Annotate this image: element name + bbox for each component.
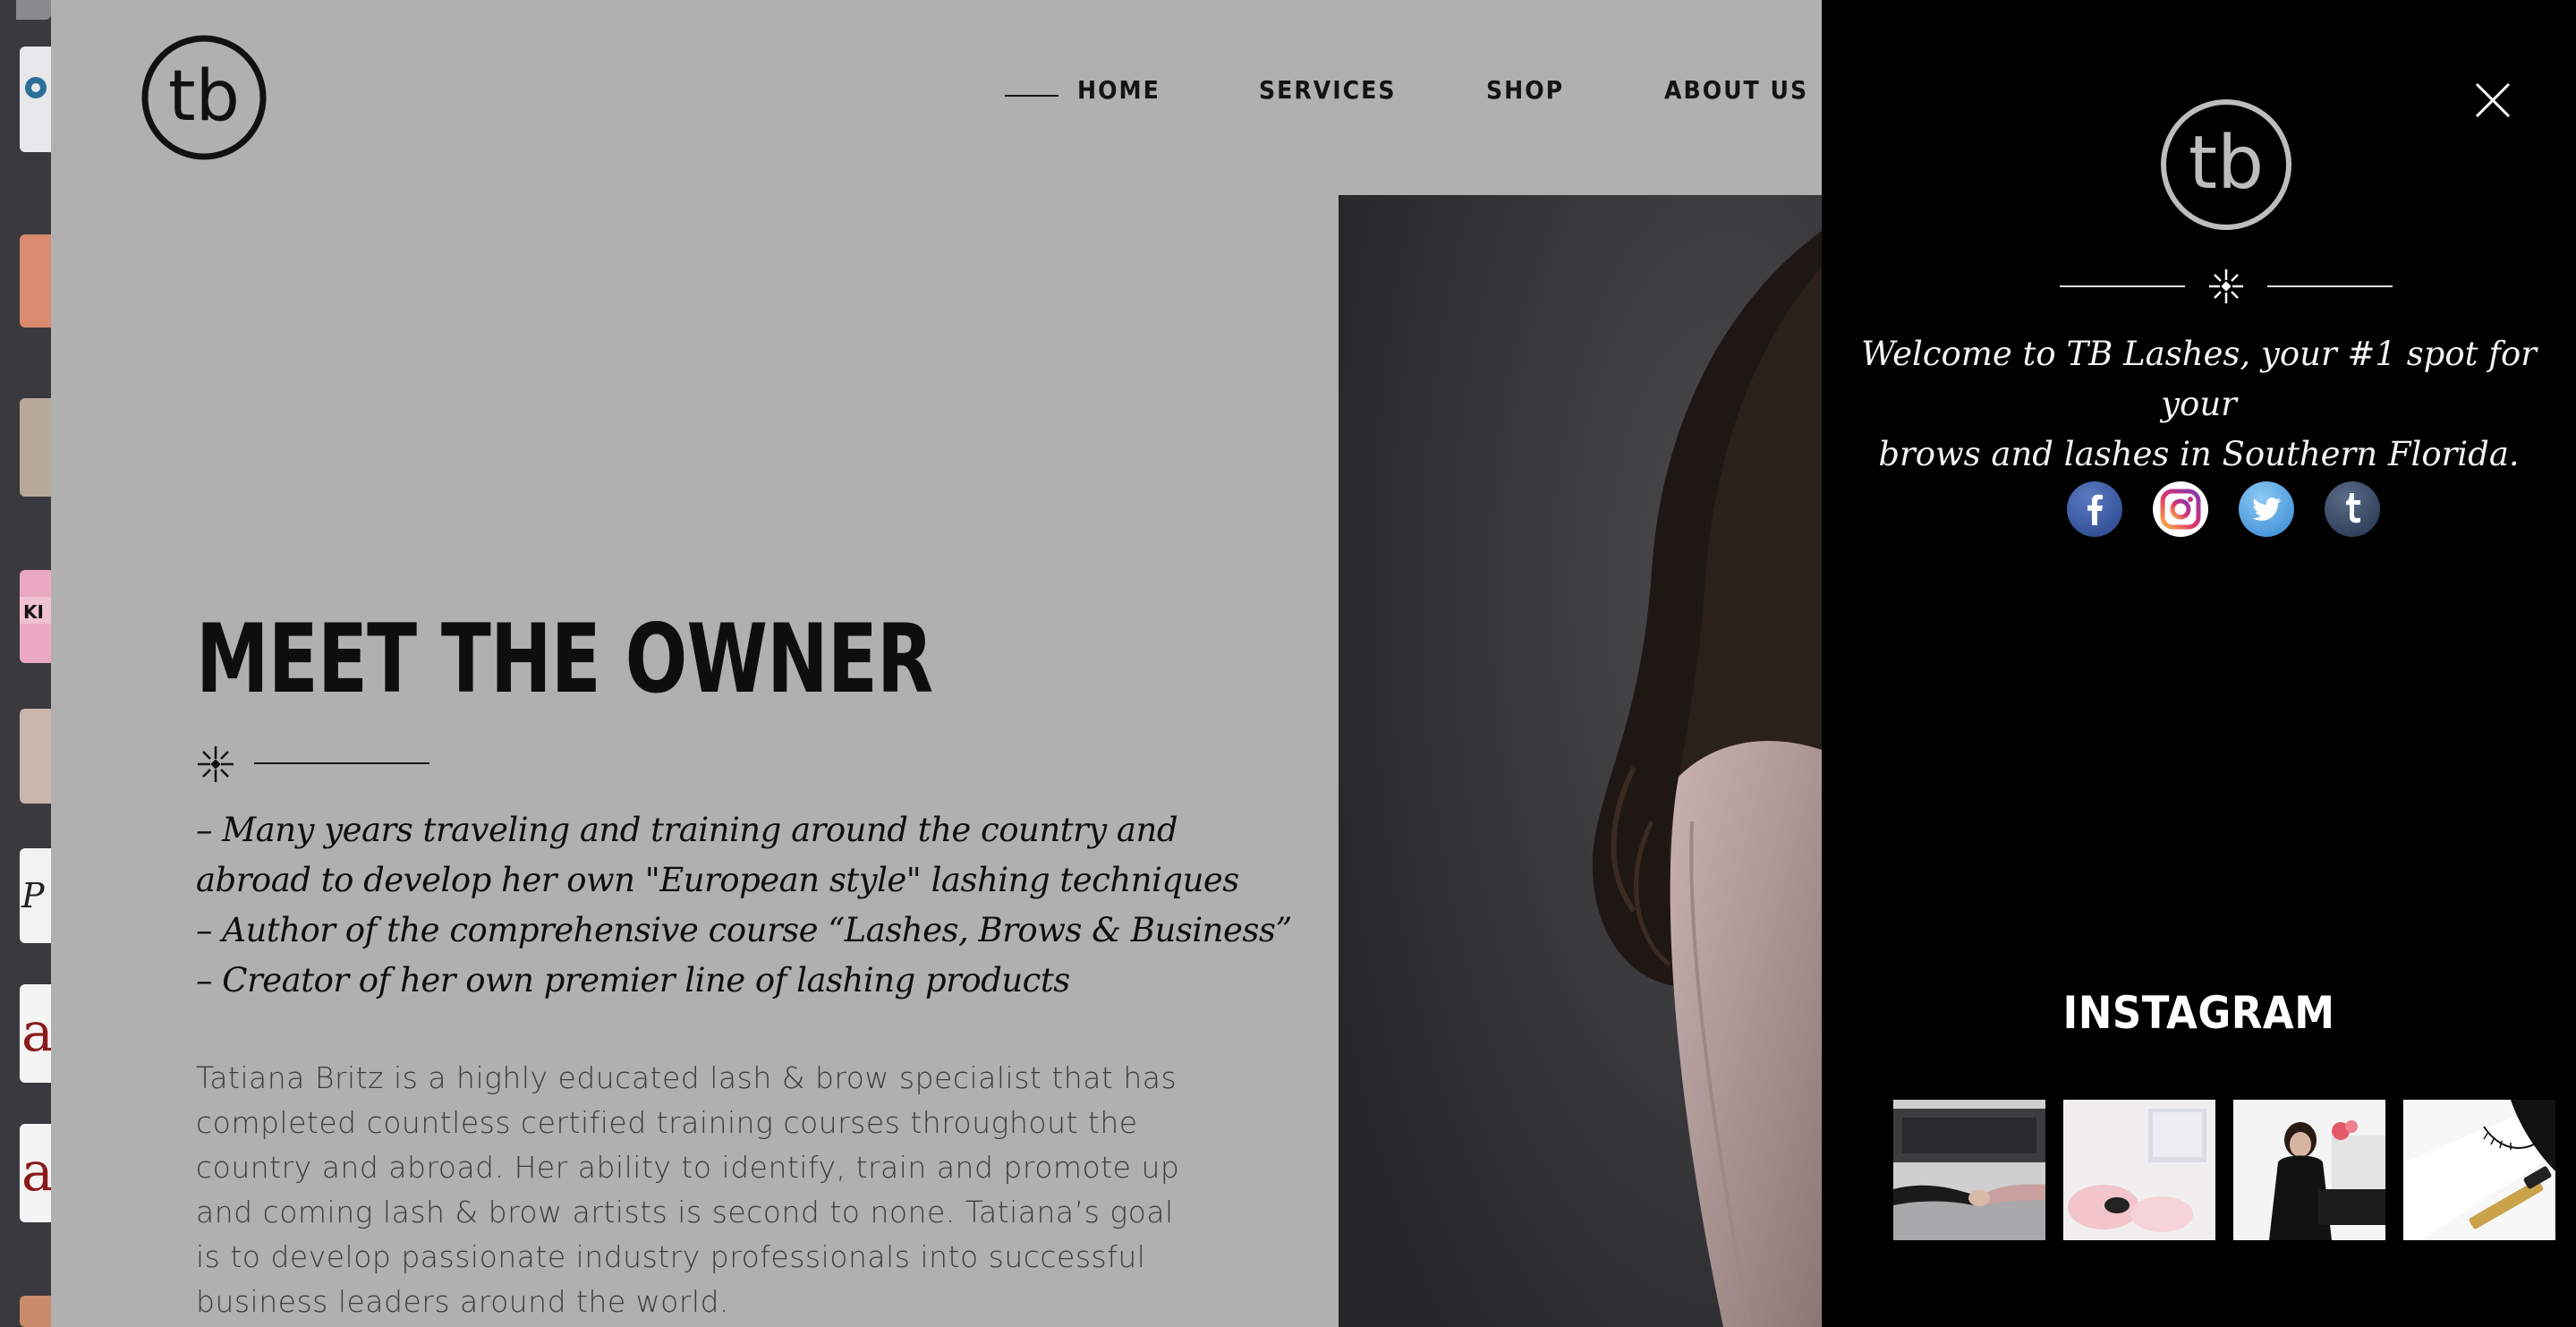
dock-item[interactable] <box>16 0 51 20</box>
nav-about-us[interactable]: ABOUT US <box>1664 75 1808 105</box>
site-header: tb HOME SERVICES SHOP ABOUT US <box>51 0 1822 195</box>
dock-item[interactable] <box>20 47 51 152</box>
nav-services[interactable]: SERVICES <box>1259 75 1396 105</box>
bio-line: Tatiana Britz is a highly educated lash … <box>196 1060 1177 1095</box>
svg-text:tb: tb <box>2189 121 2264 206</box>
facebook-icon[interactable] <box>2066 481 2123 538</box>
highlight-line: – Author of the comprehensive course “La… <box>196 911 1292 949</box>
panel-ornament-divider <box>2060 269 2393 303</box>
dock-item[interactable]: a <box>20 984 51 1083</box>
svg-text:KI: KI <box>23 601 44 623</box>
svg-text:tb: tb <box>168 56 240 137</box>
ornament-icon <box>198 746 234 782</box>
close-icon[interactable] <box>2473 81 2512 120</box>
panel-logo: tb <box>2161 99 2291 230</box>
nav-shop[interactable]: SHOP <box>1486 75 1564 105</box>
instagram-heading: INSTAGRAM <box>2062 987 2335 1039</box>
twitter-icon[interactable] <box>2238 481 2295 538</box>
heading-divider <box>254 762 429 764</box>
main-page: tb HOME SERVICES SHOP ABOUT US MEET THE … <box>51 0 1822 1327</box>
highlight-line: – Creator of her own premier line of las… <box>196 961 1070 1000</box>
welcome-text: Welcome to TB Lashes, your #1 spot for y… <box>1822 329 2576 480</box>
page-heading: MEET THE OWNER <box>196 604 933 714</box>
dock-item[interactable] <box>20 398 51 497</box>
owner-highlights: – Many years traveling and training arou… <box>196 805 1292 1006</box>
side-panel: tb Welcome to TB Lashes, your #1 spot fo… <box>1822 0 2576 1327</box>
welcome-line: Welcome to TB Lashes, your #1 spot for y… <box>1861 335 2537 423</box>
highlight-line: abroad to develop her own "European styl… <box>196 861 1239 899</box>
svg-text:a: a <box>21 1001 51 1064</box>
bio-line: completed countless certified training c… <box>196 1105 1138 1140</box>
bio-line: country and abroad. Her ability to ident… <box>196 1150 1180 1185</box>
dock-item[interactable] <box>20 234 51 327</box>
bio-line: business leaders around the world. <box>196 1284 730 1319</box>
dock-item[interactable]: KI <box>20 570 51 663</box>
bio-line: and coming lash & brow artists is second… <box>196 1195 1174 1229</box>
svg-text:P: P <box>21 876 46 915</box>
nav-active-indicator <box>1005 95 1058 97</box>
welcome-line: brows and lashes in Southern Florida. <box>1878 435 2520 473</box>
dock-item[interactable] <box>20 709 51 804</box>
tumblr-icon[interactable] <box>2324 481 2381 538</box>
dock-item[interactable]: P <box>20 848 51 943</box>
owner-photo <box>1339 195 1822 1327</box>
bio-line: is to develop passionate industry profes… <box>196 1239 1146 1274</box>
owner-bio: Tatiana Britz is a highly educated lash … <box>196 1056 1207 1324</box>
dock-item[interactable] <box>20 1296 51 1327</box>
instagram-thumbnail[interactable] <box>2233 1100 2385 1240</box>
dock-item[interactable]: a <box>20 1124 51 1222</box>
svg-text:a: a <box>21 1141 51 1204</box>
instagram-thumbnail[interactable] <box>2063 1100 2215 1240</box>
ornament-icon <box>2209 269 2243 303</box>
highlight-line: – Many years traveling and training arou… <box>196 811 1178 849</box>
instagram-thumbnail[interactable] <box>2403 1100 2555 1240</box>
os-dock: KI P a a <box>0 0 51 1327</box>
instagram-icon[interactable] <box>2152 481 2209 538</box>
site-logo[interactable]: tb <box>141 35 267 160</box>
instagram-thumbnail[interactable] <box>1893 1100 2045 1240</box>
nav-home[interactable]: HOME <box>1077 75 1160 105</box>
